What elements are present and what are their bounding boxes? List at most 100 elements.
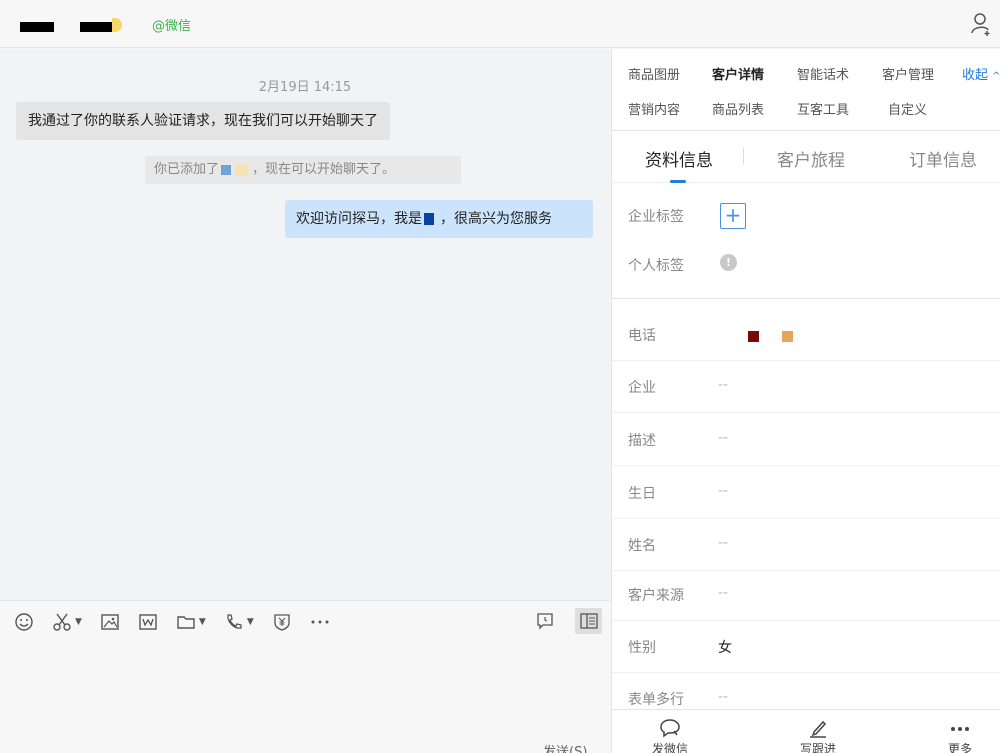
detail-sub-tabs: 资料信息 客户旅程 订单信息 (612, 131, 1000, 183)
collapse-label: 收起 (962, 68, 989, 83)
field-phone[interactable]: 电话 (612, 309, 1000, 361)
chat-history-button[interactable] (532, 608, 558, 634)
emoji-icon (15, 613, 33, 631)
screenshot-button[interactable]: ▼ (52, 610, 82, 634)
more-horizontal-icon (951, 727, 969, 731)
redaction-block (235, 163, 250, 176)
chevron-down-icon: ▼ (75, 617, 82, 627)
system-message-suffix: ，现在可以开始聊天了。 (252, 162, 396, 177)
field-name[interactable]: 姓名 -- (612, 519, 1000, 571)
tab-custom[interactable]: 自定义 (888, 99, 927, 118)
panel-action-bar: 发微信 写跟进 更多 (612, 709, 1000, 753)
field-value: -- (718, 377, 729, 393)
add-contact-icon[interactable] (970, 12, 992, 36)
field-label: 客户来源 (628, 588, 684, 604)
field-value: -- (718, 430, 729, 446)
redaction-block (424, 213, 434, 225)
collapse-button[interactable]: 收起 ^ (962, 64, 1000, 83)
more-horizontal-icon (311, 620, 329, 624)
tab-order-info[interactable]: 订单信息 (909, 146, 977, 171)
tab-customer-management[interactable]: 客户管理 (882, 64, 934, 83)
word-doc-button[interactable] (138, 610, 158, 634)
chevron-down-icon: ▼ (246, 617, 254, 627)
tab-product-list[interactable]: 商品列表 (712, 99, 764, 118)
chevron-up-icon: ^ (992, 71, 1000, 82)
section-divider (612, 298, 1000, 299)
field-label: 姓名 (628, 538, 656, 554)
tool-tabs: 商品图册 客户详情 智能话术 客户管理 收起 ^ 营销内容 商品列表 互客工具 … (612, 49, 1000, 131)
write-followup-label: 写跟进 (799, 742, 836, 753)
field-label: 描述 (628, 433, 656, 449)
tab-profile-info[interactable]: 资料信息 (645, 146, 713, 171)
more-actions-button[interactable]: 更多 (930, 718, 990, 753)
field-gender[interactable]: 性别 女 (612, 621, 1000, 673)
customer-side-panel: 商品图册 客户详情 智能话术 客户管理 收起 ^ 营销内容 商品列表 互客工具 … (611, 49, 1000, 753)
info-icon[interactable]: ! (720, 254, 737, 271)
toggle-side-panel-button[interactable] (575, 608, 602, 634)
chat-history-icon (537, 613, 553, 630)
image-button[interactable] (100, 610, 120, 634)
field-value: -- (718, 535, 729, 551)
tab-smart-scripts[interactable]: 智能话术 (797, 64, 849, 83)
chat-bubble-icon (660, 719, 680, 738)
redaction-block (80, 22, 112, 32)
folder-icon (177, 616, 195, 629)
redaction-block (20, 22, 54, 32)
enterprise-tag-label: 企业标签 (628, 209, 684, 225)
input-toolbar: ▼ ▼ ▼ (14, 610, 348, 634)
write-followup-button[interactable]: 写跟进 (788, 718, 848, 753)
tab-marketing-content[interactable]: 营销内容 (628, 99, 680, 118)
redaction-block (782, 331, 793, 342)
field-value: 女 (718, 640, 732, 656)
field-value: -- (718, 689, 729, 705)
outgoing-message-suffix: ，很高兴为您服务 (440, 211, 552, 227)
tab-divider (743, 148, 744, 164)
chat-message-area[interactable]: 2月19日 14:15 我通过了你的联系人验证请求，现在我们可以开始聊天了 你已… (0, 49, 610, 600)
system-message-prefix: 你已添加了 (154, 162, 220, 177)
folder-button[interactable]: ▼ (176, 610, 206, 634)
add-enterprise-tag-button[interactable]: + (720, 203, 746, 229)
chevron-down-icon: ▼ (198, 617, 206, 627)
tab-product-album[interactable]: 商品图册 (628, 64, 680, 83)
redaction-block (221, 164, 232, 175)
tab-customer-details[interactable]: 客户详情 (712, 64, 764, 83)
tab-engagement-tools[interactable]: 互客工具 (797, 99, 849, 118)
field-value: -- (718, 585, 729, 601)
send-wechat-button[interactable]: 发微信 (640, 718, 700, 753)
field-label: 性别 (628, 640, 656, 656)
wechat-source-tag: @微信 (152, 19, 192, 34)
system-message: 你已添加了 ，现在可以开始聊天了。 (145, 156, 461, 184)
field-label: 表单多行 (628, 692, 684, 708)
yuan-shield-icon (274, 614, 290, 631)
message-input-area[interactable]: ▼ ▼ ▼ 发送(S) (0, 600, 610, 753)
word-doc-icon (139, 614, 157, 630)
outgoing-message-prefix: 欢迎访问探马，我是 (296, 211, 422, 227)
emoji-button[interactable] (14, 610, 34, 634)
field-label: 生日 (628, 486, 656, 502)
field-customer-source[interactable]: 客户来源 -- (612, 569, 1000, 621)
field-company[interactable]: 企业 -- (612, 361, 1000, 413)
field-description[interactable]: 描述 -- (612, 414, 1000, 466)
send-button[interactable]: 发送(S) (543, 741, 587, 753)
active-tab-indicator (670, 180, 686, 183)
tab-customer-journey[interactable]: 客户旅程 (777, 146, 845, 171)
incoming-message[interactable]: 我通过了你的联系人验证请求，现在我们可以开始聊天了 (16, 102, 390, 140)
field-label: 电话 (628, 328, 656, 344)
field-value: -- (718, 483, 729, 499)
call-button[interactable]: ▼ (224, 610, 254, 634)
side-panel-icon (579, 613, 598, 629)
contact-name-redacted (20, 10, 126, 36)
personal-tag-label: 个人标签 (628, 258, 684, 274)
payment-button[interactable] (272, 610, 292, 634)
outgoing-message[interactable]: 欢迎访问探马，我是 ，很高兴为您服务 (285, 200, 593, 238)
plus-icon: + (724, 203, 742, 227)
field-birthday[interactable]: 生日 -- (612, 467, 1000, 519)
chat-header: @微信 (0, 0, 1000, 48)
image-icon (101, 614, 119, 630)
field-label: 企业 (628, 380, 656, 396)
more-actions-label: 更多 (947, 742, 972, 753)
redaction-block (748, 331, 759, 342)
more-tools-button[interactable] (310, 610, 330, 634)
send-wechat-label: 发微信 (651, 742, 688, 753)
scissors-icon (53, 613, 71, 631)
